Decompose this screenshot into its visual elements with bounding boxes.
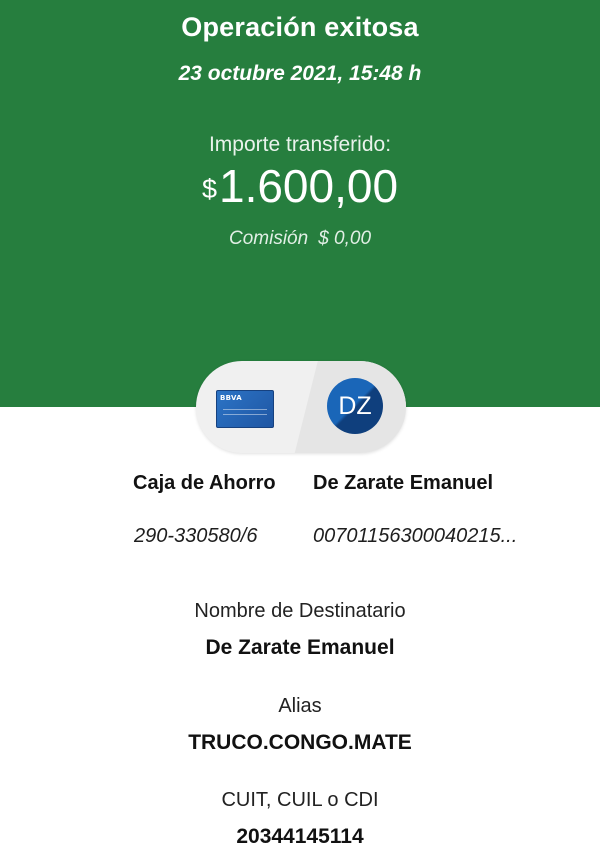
origin-account-type: Caja de Ahorro	[133, 472, 276, 494]
destination-account-number: 00701156300040215...	[313, 525, 518, 547]
amount-value: 1.600,00	[218, 160, 399, 212]
commission: Comisión $ 0,00	[0, 228, 600, 250]
commission-value: $ 0,00	[318, 228, 372, 249]
page-title: Operación exitosa	[181, 12, 419, 42]
commission-label: Comisión	[228, 228, 309, 249]
alias-label: Alias	[278, 695, 322, 717]
origin-account-number: 290-330580/6	[134, 525, 258, 547]
operation-datetime: 23 octubre 2021, 15:48 h	[178, 62, 422, 85]
tax-id-label: CUIT, CUIL o CDI	[221, 789, 379, 811]
recipient-name-value: De Zarate Emanuel	[205, 636, 395, 659]
alias-value: TRUCO.CONGO.MATE	[188, 731, 412, 754]
transfer-accounts-pill: BBVA DZ	[196, 361, 406, 453]
tax-id-value: 20344145114	[236, 825, 364, 848]
card-logo: BBVA	[220, 394, 242, 402]
transferred-amount: $1.600,00	[0, 160, 600, 212]
recipient-avatar: DZ	[327, 378, 383, 434]
success-header: Operación exitosa 23 octubre 2021, 15:48…	[0, 0, 600, 407]
bbva-card-icon: BBVA	[216, 390, 274, 428]
recipient-name-label: Nombre de Destinatario	[194, 600, 406, 622]
currency-symbol: $	[201, 174, 217, 204]
amount-label: Importe transferido:	[208, 133, 392, 156]
destination-name: De Zarate Emanuel	[313, 472, 494, 494]
